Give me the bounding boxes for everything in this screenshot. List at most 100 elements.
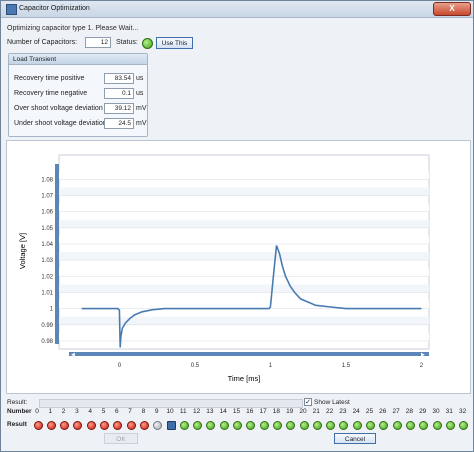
result-status-icon[interactable] <box>259 421 269 430</box>
load-transient-title: Load Transient <box>9 54 147 65</box>
result-number: 8 <box>141 408 146 415</box>
result-number: 24 <box>352 408 360 415</box>
result-status-icon[interactable] <box>33 421 43 430</box>
result-status-icon[interactable] <box>193 421 203 430</box>
result-status-icon[interactable] <box>459 421 469 430</box>
result-status-icon[interactable] <box>246 421 256 430</box>
result-number: 6 <box>114 408 119 415</box>
result-status-icon[interactable] <box>139 421 149 430</box>
result-status-icon[interactable] <box>405 421 415 430</box>
overshoot-deviation-unit: mV <box>136 105 147 112</box>
y-scrollbar[interactable] <box>55 164 59 344</box>
result-status-icon[interactable] <box>60 421 70 430</box>
x-scrollbar[interactable] <box>69 352 429 356</box>
use-this-button[interactable]: Use This <box>156 37 193 49</box>
app-icon <box>6 4 17 15</box>
result-status-icon[interactable] <box>286 421 296 430</box>
y-axis-label: Voltage [V] <box>18 233 27 269</box>
result-number: 15 <box>232 408 241 415</box>
result-number: 16 <box>246 408 254 415</box>
ok-button[interactable]: OK <box>104 433 138 444</box>
recovery-time-positive-unit: us <box>136 75 144 82</box>
result-status-icon[interactable] <box>100 421 109 430</box>
result-status-icon[interactable] <box>46 421 56 430</box>
x-scroll-right-arrow-icon[interactable]: ▶ <box>421 352 425 358</box>
overshoot-deviation-label: Over shoot voltage deviation <box>14 105 103 112</box>
grid-band <box>59 252 429 261</box>
result-status-icon[interactable] <box>73 421 83 430</box>
result-status-icon[interactable] <box>233 421 242 430</box>
y-tick-label: 0.99 <box>41 323 53 329</box>
result-number: 27 <box>392 408 400 415</box>
result-number: 11 <box>179 408 187 415</box>
result-status-icon[interactable] <box>219 421 229 430</box>
result-status-icon[interactable] <box>206 421 216 430</box>
num-capacitors-label: Number of Capacitors: <box>7 39 78 46</box>
show-latest-checkbox[interactable]: ✓ <box>304 398 312 406</box>
result-number: 10 <box>166 408 174 415</box>
voltage-chart-frame: 0.98 0.99 1 1.01 1.02 1.03 1.04 1.05 1.06 1.07 1.0… <box>6 140 471 394</box>
status-message: Optimizing capacitor type 1. Please Wait… <box>7 25 139 32</box>
result-status-icon[interactable] <box>366 421 375 430</box>
recovery-time-positive-value: 83.54 <box>104 73 134 84</box>
x-tick-label: 1.5 <box>342 363 351 369</box>
status-indicator-icon <box>142 38 153 49</box>
result-status-icon[interactable] <box>179 421 189 430</box>
y-tick-label: 1.05 <box>41 226 53 232</box>
grid-band <box>59 284 429 293</box>
result-number: 0 <box>35 408 39 415</box>
result-number: 5 <box>101 408 106 415</box>
grid-band <box>59 219 429 228</box>
result-number: 20 <box>299 408 307 415</box>
x-tick-label: 0 <box>118 363 122 369</box>
result-progress-track[interactable] <box>39 399 303 408</box>
y-tick-label: 1.02 <box>41 274 53 280</box>
result-status-icon[interactable] <box>445 421 455 430</box>
cancel-button[interactable]: Cancel <box>334 433 376 444</box>
y-tick-label: 1.04 <box>41 242 53 248</box>
result-number: 17 <box>259 408 267 415</box>
x-tick-label: 0.5 <box>191 363 200 369</box>
result-status-icon[interactable] <box>126 421 136 430</box>
result-status-icon[interactable] <box>312 421 322 430</box>
undershoot-deviation-value: 24.5 <box>104 118 134 129</box>
grid-band <box>59 187 429 196</box>
result-status-icon[interactable] <box>379 421 389 430</box>
result-status-icon[interactable] <box>153 421 163 430</box>
undershoot-deviation-unit: mV <box>136 120 147 127</box>
result-number: 23 <box>339 408 347 415</box>
result-status-icon[interactable] <box>352 421 362 430</box>
result-status-icon[interactable] <box>326 421 336 430</box>
recovery-time-negative-unit: us <box>136 90 144 97</box>
result-status-icon[interactable] <box>166 421 176 430</box>
result-status-icon[interactable] <box>113 421 123 430</box>
result-number: 30 <box>432 408 440 415</box>
result-number: 18 <box>272 408 280 415</box>
result-number: 1 <box>48 408 53 415</box>
result-status-icon[interactable] <box>432 421 442 430</box>
result-number: 13 <box>206 408 214 415</box>
load-transient-panel: Load Transient Recovery time positive 83… <box>8 53 148 137</box>
result-status-icon[interactable] <box>419 421 429 430</box>
result-status-icon[interactable] <box>299 421 309 430</box>
y-tick-label: 1.06 <box>41 210 53 216</box>
result-status-icon[interactable] <box>392 421 402 430</box>
result-status-icon[interactable] <box>86 421 96 430</box>
result-label: Result: <box>7 399 28 406</box>
x-tick-label: 1 <box>269 363 273 369</box>
close-button[interactable]: X <box>433 2 471 16</box>
result-number: 3 <box>75 408 79 415</box>
y-tick-label: 0.98 <box>41 339 53 345</box>
result-number: 21 <box>312 408 320 415</box>
window-title: Capacitor Optimization <box>19 5 90 12</box>
result-status-icon[interactable] <box>272 421 282 430</box>
result-status-icon[interactable] <box>339 421 349 430</box>
result-number: 4 <box>88 408 92 415</box>
recovery-time-positive-label: Recovery time positive <box>14 75 85 82</box>
num-capacitors-field[interactable]: 12 <box>85 37 111 48</box>
title-bar[interactable]: Capacitor Optimization X <box>1 1 473 18</box>
x-scroll-left-arrow-icon[interactable]: ◀ <box>71 352 75 358</box>
recovery-time-negative-label: Recovery time negative <box>14 90 88 97</box>
result-number: 12 <box>192 408 201 415</box>
result-number: 22 <box>325 408 334 415</box>
